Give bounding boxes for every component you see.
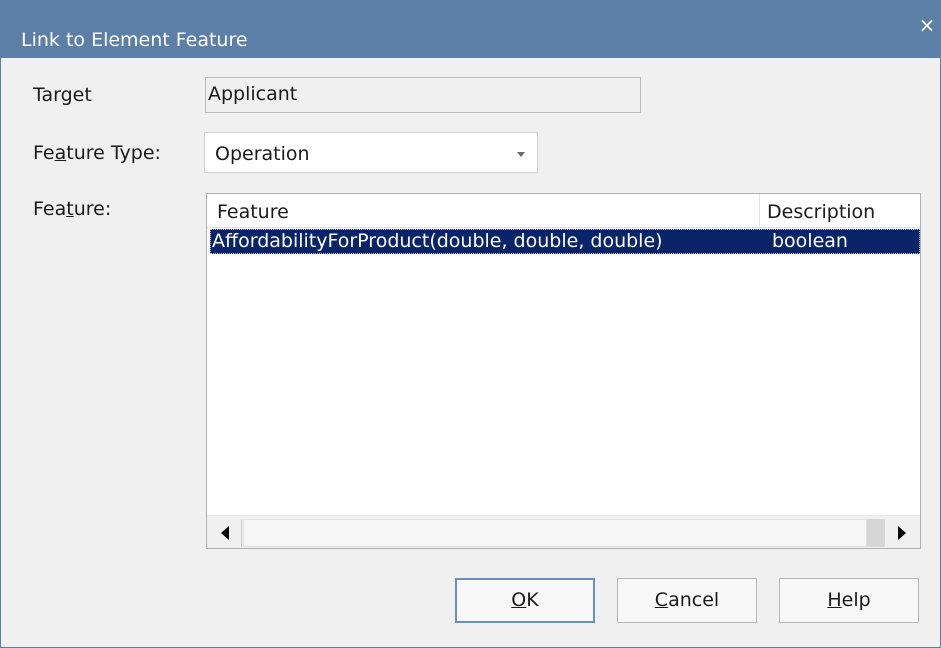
column-header-description[interactable]: Description	[760, 194, 920, 227]
arrow-right-icon	[898, 526, 906, 540]
list-header: Feature Description	[207, 194, 920, 228]
scroll-track[interactable]	[243, 519, 867, 547]
target-field: Applicant	[205, 77, 641, 113]
feature-type-label: Feature Type:	[33, 142, 161, 164]
column-header-feature[interactable]: Feature	[207, 194, 760, 227]
feature-cell: AffordabilityForProduct(double, double, …	[212, 230, 663, 252]
feature-label: Feature:	[33, 198, 112, 220]
chevron-down-icon	[517, 152, 525, 157]
arrow-left-icon	[221, 526, 229, 540]
ok-button[interactable]: OK	[455, 578, 595, 623]
help-button[interactable]: Help	[779, 578, 919, 623]
description-cell: boolean	[772, 230, 848, 252]
link-to-element-feature-dialog: Link to Element Feature × Target Applica…	[0, 0, 941, 648]
feature-type-dropdown[interactable]: Operation	[204, 132, 538, 173]
cancel-button[interactable]: Cancel	[617, 578, 757, 623]
close-icon[interactable]: ×	[912, 10, 941, 40]
scroll-left-button[interactable]	[210, 519, 242, 547]
feature-type-value: Operation	[215, 143, 310, 165]
title-bar: Link to Element Feature ×	[1, 0, 941, 58]
feature-list[interactable]: Feature Description AffordabilityForProd…	[206, 193, 921, 549]
scroll-right-button[interactable]	[885, 519, 917, 547]
scroll-thumb[interactable]	[867, 519, 885, 547]
dialog-title: Link to Element Feature	[21, 29, 248, 51]
table-row[interactable]: AffordabilityForProduct(double, double, …	[210, 229, 920, 254]
target-label: Target	[33, 84, 92, 106]
horizontal-scrollbar[interactable]	[207, 515, 920, 548]
